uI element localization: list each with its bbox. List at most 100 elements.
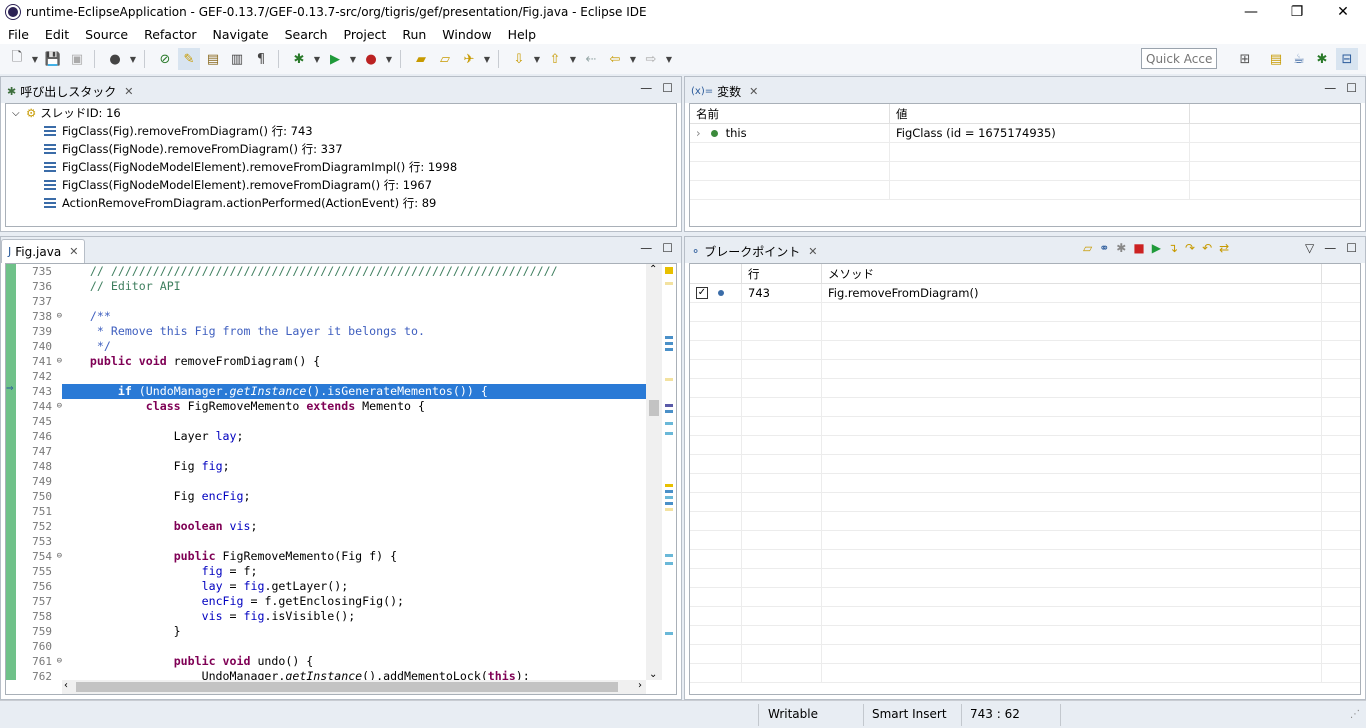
link-icon[interactable]: ⚭ bbox=[1099, 241, 1109, 255]
code-line[interactable] bbox=[62, 294, 646, 309]
menu-edit[interactable]: Edit bbox=[37, 27, 77, 42]
code-line[interactable]: * Remove this Fig from the Layer it belo… bbox=[62, 324, 646, 339]
code-line[interactable]: boolean vis; bbox=[62, 519, 646, 534]
open-folder-icon[interactable]: ▱ bbox=[434, 48, 456, 70]
stack-frame[interactable]: ActionRemoveFromDiagram.actionPerformed(… bbox=[6, 194, 676, 212]
run-icon[interactable]: ▶ bbox=[324, 48, 346, 70]
scroll-left-icon[interactable]: ‹ bbox=[64, 680, 68, 691]
chevron-down-icon[interactable]: ⌵ bbox=[12, 108, 26, 119]
stack-frame[interactable]: FigClass(Fig).removeFromDiagram() 行: 743 bbox=[6, 122, 676, 140]
open-perspective-icon[interactable]: ⊞ bbox=[1234, 48, 1256, 70]
code-line[interactable]: Fig encFig; bbox=[62, 489, 646, 504]
minimize-panel-icon[interactable]: — bbox=[640, 81, 652, 95]
code-line[interactable]: lay = fig.getLayer(); bbox=[62, 579, 646, 594]
menu-search[interactable]: Search bbox=[277, 27, 336, 42]
stack-frame[interactable]: FigClass(FigNodeModelElement).removeFrom… bbox=[6, 158, 676, 176]
menu-navigate[interactable]: Navigate bbox=[205, 27, 277, 42]
menu-window[interactable]: Window bbox=[434, 27, 499, 42]
column-header-value[interactable]: 値 bbox=[890, 104, 1190, 123]
code-line[interactable]: Layer lay; bbox=[62, 429, 646, 444]
menu-file[interactable]: File bbox=[0, 27, 37, 42]
code-line[interactable]: /** bbox=[62, 309, 646, 324]
scrollbar-thumb[interactable] bbox=[76, 682, 618, 692]
vertical-scrollbar[interactable]: ⌃ ⌄ bbox=[646, 264, 662, 680]
code-line[interactable]: public FigRemoveMemento(Fig f) { bbox=[62, 549, 646, 564]
resume-icon[interactable]: ▶ bbox=[1152, 241, 1161, 255]
chevron-down-icon[interactable]: ▼ bbox=[128, 48, 138, 70]
scroll-up-icon[interactable]: ⌃ bbox=[649, 264, 657, 275]
chevron-right-icon[interactable]: › bbox=[696, 126, 701, 140]
breakpoint-row[interactable]: ✓ 743 Fig.removeFromDiagram() bbox=[690, 284, 1360, 303]
skip-all-icon[interactable]: ✱ bbox=[1116, 241, 1126, 255]
code-line[interactable] bbox=[62, 414, 646, 429]
toggle-block-icon[interactable]: ▤ bbox=[202, 48, 224, 70]
code-line[interactable]: fig = f; bbox=[62, 564, 646, 579]
column-header-method[interactable]: メソッド bbox=[822, 264, 1322, 283]
chevron-down-icon[interactable]: ▼ bbox=[532, 48, 542, 70]
stack-frame[interactable]: FigClass(FigNodeModelElement).removeFrom… bbox=[6, 176, 676, 194]
chevron-down-icon[interactable]: ▼ bbox=[30, 48, 40, 70]
close-icon[interactable]: ✕ bbox=[124, 85, 133, 98]
new-icon[interactable]: 🗋 bbox=[6, 48, 28, 70]
search-icon[interactable]: ✈ bbox=[458, 48, 480, 70]
mark-occurrences-icon[interactable]: ✎ bbox=[178, 48, 200, 70]
close-icon[interactable]: ✕ bbox=[69, 245, 78, 258]
menu-project[interactable]: Project bbox=[336, 27, 395, 42]
code-line[interactable] bbox=[62, 504, 646, 519]
code-line[interactable] bbox=[62, 639, 646, 654]
code-line[interactable] bbox=[62, 534, 646, 549]
chevron-down-icon[interactable]: ▼ bbox=[568, 48, 578, 70]
open-type-icon[interactable]: ▰ bbox=[410, 48, 432, 70]
pilcrow-icon[interactable]: ¶ bbox=[250, 48, 272, 70]
maximize-panel-icon[interactable]: ☐ bbox=[662, 241, 673, 255]
menu-help[interactable]: Help bbox=[500, 27, 545, 42]
external-tools-icon[interactable]: ● bbox=[360, 48, 382, 70]
stack-frame[interactable]: FigClass(FigNode).removeFromDiagram() 行:… bbox=[6, 140, 676, 158]
minimize-button[interactable]: — bbox=[1228, 0, 1274, 24]
code-line[interactable]: encFig = f.getEnclosingFig(); bbox=[62, 594, 646, 609]
maximize-button[interactable]: ❐ bbox=[1274, 0, 1320, 24]
tab-callstack[interactable]: ✱ 呼び出しスタック ✕ bbox=[1, 79, 139, 103]
line-number-gutter[interactable]: 735 736 737 738 ⊖ 739 740 741 ⊖ 742 743 744 ⊖ 745 746 7… bbox=[16, 264, 62, 683]
variable-row[interactable]: › this FigClass (id = 1675174935) bbox=[690, 124, 1360, 143]
step-into-icon[interactable]: ↴ bbox=[1168, 241, 1178, 255]
code-text[interactable]: // /////////////////////////////////////… bbox=[62, 264, 646, 680]
save-all-icon[interactable]: ▣ bbox=[66, 48, 88, 70]
close-button[interactable]: ✕ bbox=[1320, 0, 1366, 24]
minimize-panel-icon[interactable]: — bbox=[1324, 81, 1336, 95]
chevron-down-icon[interactable]: ▼ bbox=[664, 48, 674, 70]
column-header-name[interactable]: 名前 bbox=[690, 104, 890, 123]
status-cursor-position[interactable]: 743 : 62 bbox=[970, 707, 1020, 721]
back-icon[interactable]: ⇦ bbox=[604, 48, 626, 70]
close-icon[interactable]: ✕ bbox=[808, 245, 817, 258]
debug-perspective-icon[interactable]: ✱ bbox=[1311, 48, 1333, 70]
menu-run[interactable]: Run bbox=[394, 27, 434, 42]
tab-breakpoints[interactable]: ⚬ ブレークポイント ✕ bbox=[685, 239, 823, 263]
horizontal-scrollbar[interactable]: ‹ › bbox=[62, 680, 646, 694]
chevron-down-icon[interactable]: ▼ bbox=[482, 48, 492, 70]
debug-ruler[interactable]: ⇒ bbox=[6, 264, 16, 680]
code-line[interactable]: Fig fig; bbox=[62, 459, 646, 474]
profile-icon[interactable]: ● bbox=[104, 48, 126, 70]
code-line[interactable]: // /////////////////////////////////////… bbox=[62, 264, 646, 279]
maximize-panel-icon[interactable]: ☐ bbox=[1346, 81, 1357, 95]
skip-breakpoints-icon[interactable]: ⊘ bbox=[154, 48, 176, 70]
last-edit-icon[interactable]: ⇠ bbox=[580, 48, 602, 70]
thread-node[interactable]: ⌵ ⚙ スレッドID: 16 bbox=[6, 104, 676, 122]
overview-ruler[interactable] bbox=[662, 264, 676, 680]
next-annotation-icon[interactable]: ⇩ bbox=[508, 48, 530, 70]
save-icon[interactable]: 💾 bbox=[42, 48, 64, 70]
breakpoint-enabled-checkbox[interactable]: ✓ bbox=[696, 287, 708, 299]
code-line[interactable]: public void removeFromDiagram() { bbox=[62, 354, 646, 369]
drop-frame-icon[interactable]: ⇄ bbox=[1219, 241, 1229, 255]
minimize-panel-icon[interactable]: — bbox=[640, 241, 652, 255]
maximize-panel-icon[interactable]: ☐ bbox=[662, 81, 673, 95]
chevron-down-icon[interactable]: ▼ bbox=[628, 48, 638, 70]
resource-perspective-icon[interactable]: ▤ bbox=[1265, 48, 1287, 70]
prev-annotation-icon[interactable]: ⇧ bbox=[544, 48, 566, 70]
plugin-perspective-icon[interactable]: ⊟ bbox=[1336, 48, 1358, 70]
forward-icon[interactable]: ⇨ bbox=[640, 48, 662, 70]
debug-icon[interactable]: ✱ bbox=[288, 48, 310, 70]
java-perspective-icon[interactable]: ☕ bbox=[1288, 48, 1310, 70]
code-line[interactable]: */ bbox=[62, 339, 646, 354]
